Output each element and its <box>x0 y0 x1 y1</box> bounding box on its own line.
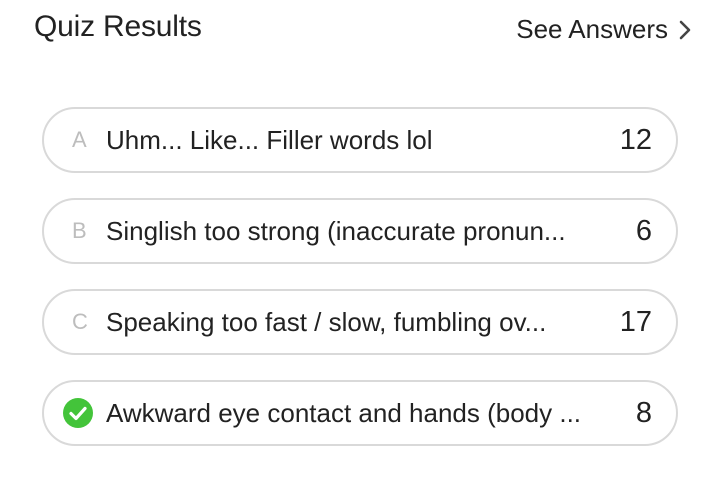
option-text: Uhm... Like... Filler words lol <box>106 124 433 155</box>
see-answers-link[interactable]: See Answers <box>516 14 692 45</box>
option-letter: B <box>72 218 87 243</box>
page-title: Quiz Results <box>34 10 202 43</box>
option-text: Awkward eye contact and hands (body ... <box>106 397 582 428</box>
check-circle-icon <box>63 398 93 428</box>
option-letter: A <box>72 127 87 152</box>
option-count: 8 <box>635 396 652 429</box>
option-d-correct[interactable]: Awkward eye contact and hands (body ... … <box>42 380 678 446</box>
quiz-results-page: Quiz Results See Answers A Uhm... Like..… <box>0 0 720 483</box>
option-count: 17 <box>619 305 652 338</box>
option-count: 6 <box>635 214 652 247</box>
chevron-right-icon <box>679 20 691 39</box>
option-a[interactable]: A Uhm... Like... Filler words lol 12 <box>42 107 678 173</box>
option-text: Speaking too fast / slow, fumbling ov... <box>106 306 547 337</box>
option-b[interactable]: B Singlish too strong (inaccurate pronun… <box>42 198 678 264</box>
option-text: Singlish too strong (inaccurate pronun..… <box>106 215 566 246</box>
header: Quiz Results See Answers <box>0 0 720 60</box>
answer-options-list: A Uhm... Like... Filler words lol 12 B S… <box>42 107 678 471</box>
option-letter: C <box>72 309 88 334</box>
see-answers-label: See Answers <box>516 14 668 44</box>
option-count: 12 <box>619 123 652 156</box>
option-c[interactable]: C Speaking too fast / slow, fumbling ov.… <box>42 289 678 355</box>
